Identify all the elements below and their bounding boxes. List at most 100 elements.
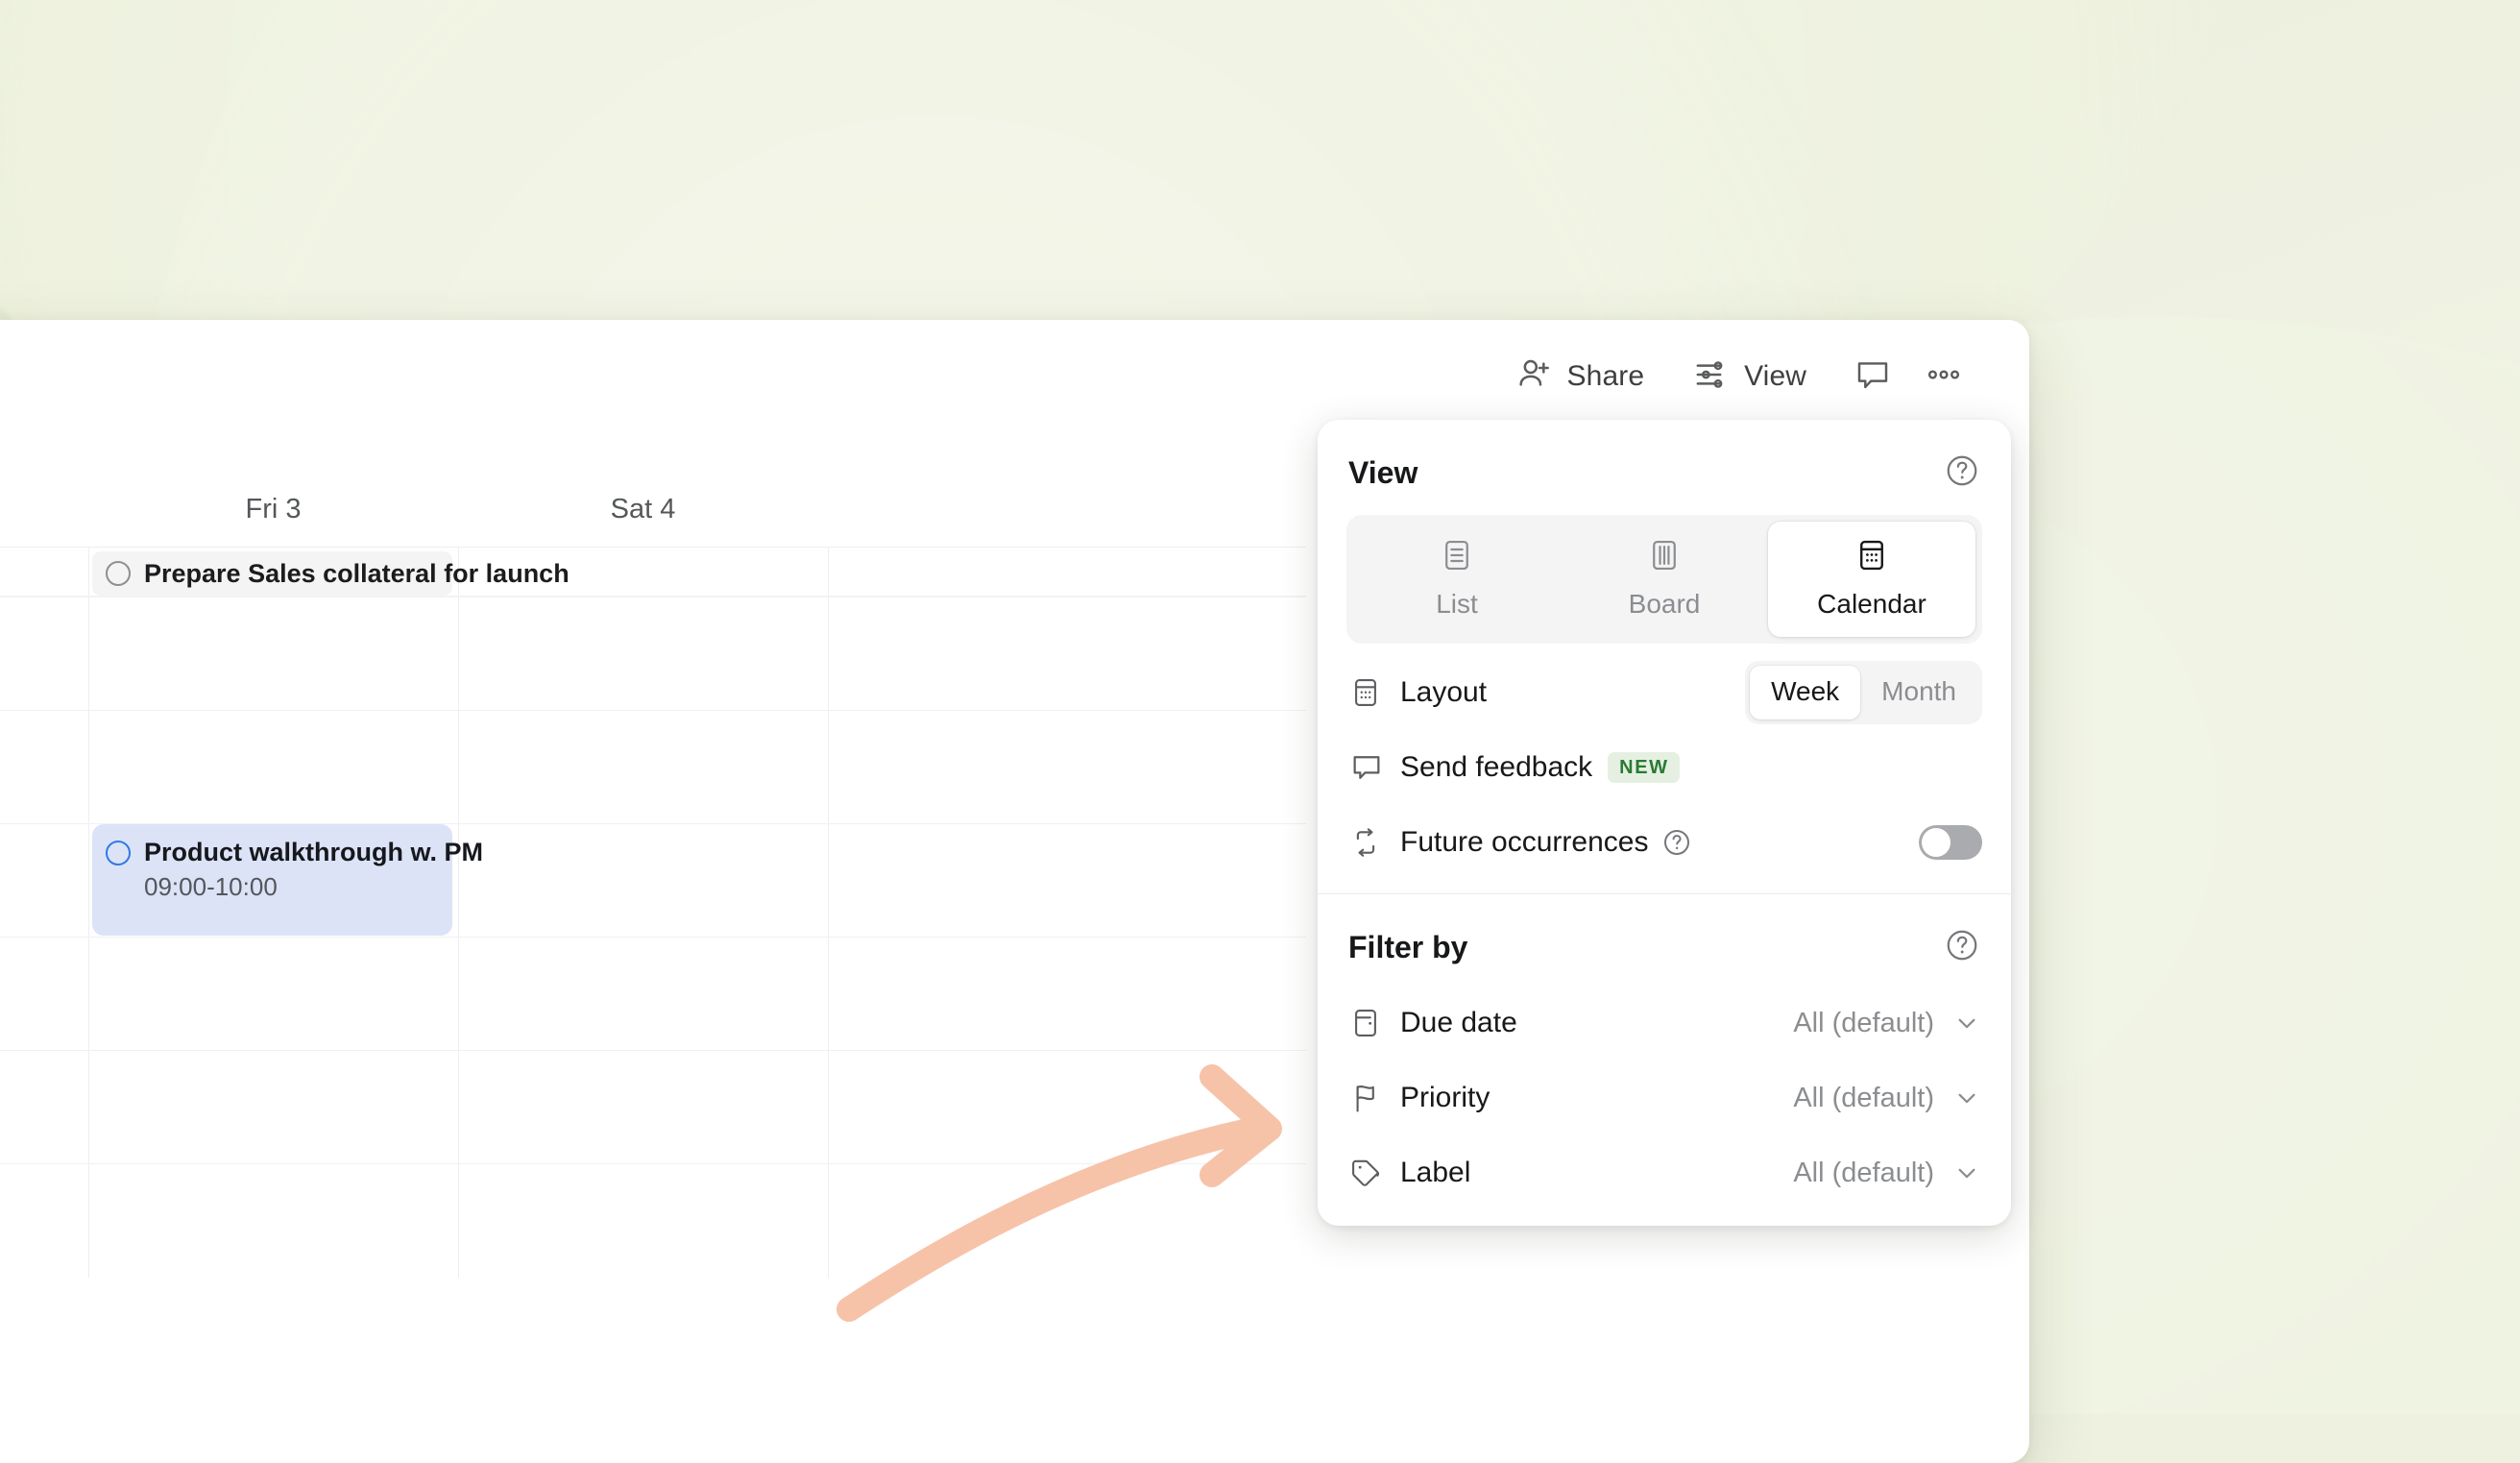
hour-cell-next-2[interactable]: [828, 711, 1198, 823]
hour-row-1: [0, 597, 1306, 711]
future-occurrences-toggle[interactable]: [1919, 825, 1982, 860]
hour-cell-next-6[interactable]: [828, 1164, 1198, 1278]
view-popover: View List: [1318, 420, 2011, 1226]
view-mode-board[interactable]: Board: [1561, 522, 1768, 637]
event-product-walkthrough[interactable]: Product walkthrough w. PM 09:00-10:00: [92, 824, 452, 936]
hour-row-2: [0, 711, 1306, 824]
hour-gutter-3: [0, 824, 88, 937]
all-day-gutter: [0, 548, 88, 596]
filter-section-header: Filter by: [1318, 894, 2011, 986]
chevron-down-icon[interactable]: [1951, 1083, 1982, 1113]
hour-cell-sat-4[interactable]: [458, 938, 828, 1050]
help-circle-icon[interactable]: [1944, 452, 1980, 494]
row-filter-due-date-label: Due date: [1400, 1007, 1517, 1039]
hour-cell-next-5[interactable]: [828, 1051, 1198, 1163]
filter-section-title: Filter by: [1348, 930, 1467, 965]
view-mode-calendar-label: Calendar: [1817, 589, 1926, 620]
share-button[interactable]: Share: [1498, 346, 1662, 408]
event-title-row: Product walkthrough w. PM: [106, 838, 452, 867]
day-header-row: Fri 3 Sat 4: [0, 433, 1306, 547]
row-filter-priority-label: Priority: [1400, 1082, 1490, 1114]
feedback-bubble-icon: [1348, 749, 1400, 786]
hour-row-4: [0, 938, 1306, 1051]
row-send-feedback[interactable]: Send feedback NEW: [1318, 730, 2011, 805]
event-prepare-sales-collateral[interactable]: Prepare Sales collateral for launch: [92, 551, 452, 596]
hour-cell-sat-1[interactable]: [458, 597, 828, 710]
due-date-icon: [1348, 1006, 1400, 1040]
task-complete-circle-icon[interactable]: [106, 561, 131, 586]
calendar-icon: [1348, 675, 1400, 710]
more-options-icon: [1924, 354, 1964, 400]
view-mode-calendar[interactable]: Calendar: [1768, 522, 1975, 637]
row-future-occurrences[interactable]: Future occurrences: [1318, 805, 2011, 880]
event-time: 09:00-10:00: [144, 872, 452, 902]
hour-gutter-1: [0, 597, 88, 710]
row-filter-label-value: All (default): [1793, 1158, 1934, 1189]
sliders-icon: [1692, 355, 1731, 399]
hour-gutter-2: [0, 711, 88, 823]
day-header-sat[interactable]: Sat 4: [458, 494, 828, 525]
row-filter-priority-value: All (default): [1793, 1083, 1934, 1114]
hour-cell-fri-5[interactable]: [88, 1051, 458, 1163]
view-mode-segmented-control: List Board: [1346, 515, 1982, 644]
hour-cell-sat-3[interactable]: [458, 824, 828, 937]
row-layout[interactable]: Layout Week Month: [1318, 655, 2011, 730]
hour-cell-fri-6[interactable]: [88, 1164, 458, 1278]
comments-button[interactable]: [1837, 345, 1908, 409]
chevron-down-icon[interactable]: [1951, 1158, 1982, 1188]
help-circle-icon[interactable]: [1661, 827, 1692, 858]
hour-cell-fri-4[interactable]: [88, 938, 458, 1050]
hour-cell-fri-1[interactable]: [88, 597, 458, 710]
board-view-icon: [1646, 537, 1683, 578]
comment-bubble-icon: [1853, 354, 1893, 400]
hour-gutter-4: [0, 938, 88, 1050]
view-mode-list[interactable]: List: [1353, 522, 1561, 637]
row-filter-label-label: Label: [1400, 1157, 1470, 1189]
all-day-row: Prepare Sales collateral for launch: [0, 547, 1306, 597]
row-send-feedback-label: Send feedback: [1400, 751, 1592, 784]
hour-cell-sat-6[interactable]: [458, 1164, 828, 1278]
hour-cell-fri-2[interactable]: [88, 711, 458, 823]
hour-cell-next-4[interactable]: [828, 938, 1198, 1050]
row-future-occurrences-label: Future occurrences: [1400, 826, 1648, 859]
row-filter-label[interactable]: Label All (default): [1318, 1135, 2011, 1210]
hour-cell-next-3[interactable]: [828, 824, 1198, 937]
task-complete-circle-icon[interactable]: [106, 841, 131, 866]
share-label: Share: [1567, 360, 1645, 393]
event-title: Prepare Sales collateral for launch: [144, 559, 569, 589]
view-mode-list-label: List: [1436, 589, 1478, 620]
tag-icon: [1348, 1156, 1400, 1190]
new-badge: NEW: [1608, 752, 1679, 783]
row-filter-priority[interactable]: Priority All (default): [1318, 1061, 2011, 1135]
layout-option-week[interactable]: Week: [1750, 666, 1860, 719]
hour-row-6: [0, 1164, 1306, 1278]
all-day-cell-next[interactable]: [828, 548, 1198, 596]
view-section-header: View: [1318, 420, 2011, 511]
row-filter-due-date-value: All (default): [1793, 1008, 1934, 1039]
row-layout-label: Layout: [1400, 676, 1487, 709]
event-title: Product walkthrough w. PM: [144, 838, 483, 867]
view-button[interactable]: View: [1675, 346, 1824, 408]
hour-cell-next-1[interactable]: [828, 597, 1198, 710]
more-options-button[interactable]: [1908, 345, 1979, 409]
day-header-fri[interactable]: Fri 3: [88, 494, 458, 525]
help-circle-icon[interactable]: [1944, 927, 1980, 968]
hour-gutter-6: [0, 1164, 88, 1278]
calendar-body: Prepare Sales collateral for launch: [0, 547, 1306, 1463]
hour-row-3: Product walkthrough w. PM 09:00-10:00: [0, 824, 1306, 938]
view-section-title: View: [1348, 455, 1418, 491]
hour-cell-sat-2[interactable]: [458, 711, 828, 823]
view-mode-board-label: Board: [1629, 589, 1701, 620]
share-person-add-icon: [1515, 355, 1554, 399]
calendar-grid: Fri 3 Sat 4 Prepare Sales collateral for…: [0, 433, 1306, 1463]
row-filter-due-date[interactable]: Due date All (default): [1318, 986, 2011, 1061]
hour-gutter-5: [0, 1051, 88, 1163]
layout-option-month[interactable]: Month: [1860, 666, 1977, 719]
toolbar: Share View: [0, 320, 2029, 433]
repeat-icon: [1348, 825, 1400, 860]
list-view-icon: [1439, 537, 1475, 578]
hour-cell-sat-5[interactable]: [458, 1051, 828, 1163]
flag-icon: [1348, 1081, 1400, 1115]
chevron-down-icon[interactable]: [1951, 1008, 1982, 1038]
calendar-view-icon: [1854, 537, 1890, 578]
